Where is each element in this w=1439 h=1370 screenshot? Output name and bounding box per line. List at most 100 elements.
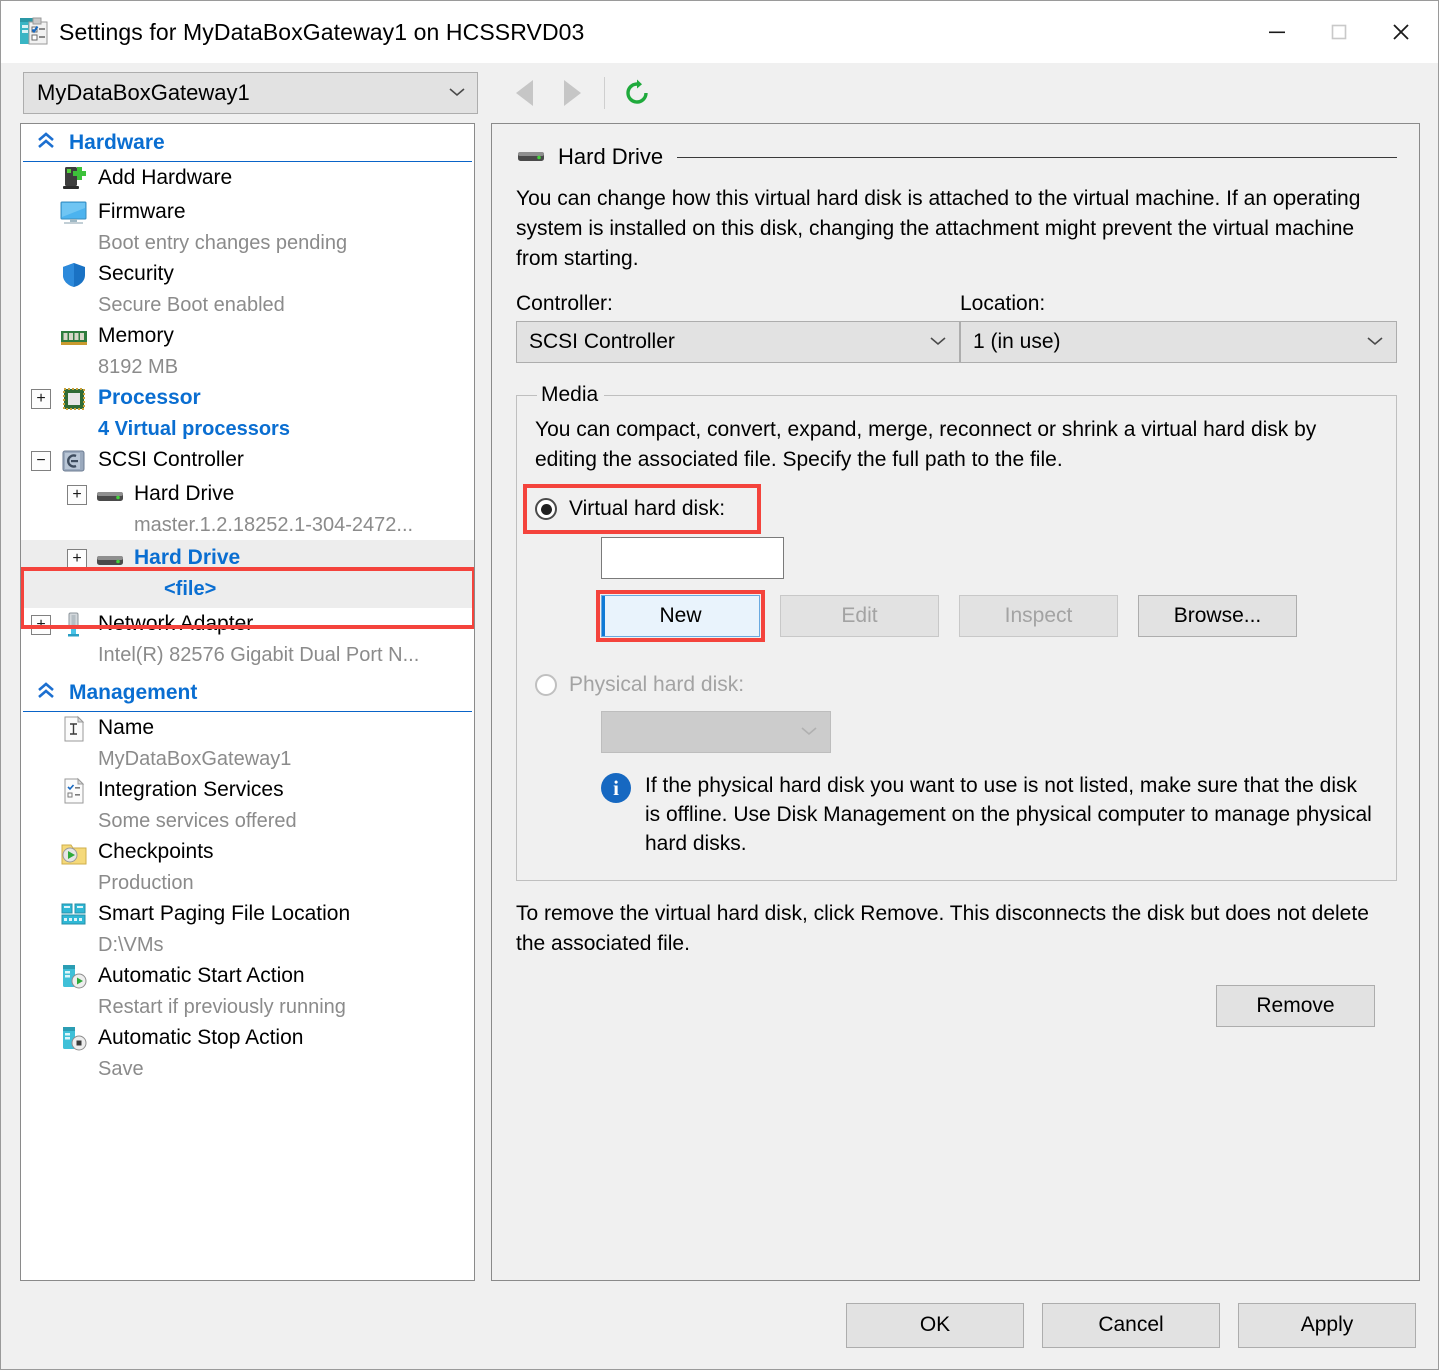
toolbar-separator <box>604 77 605 109</box>
tree-item-hard-drive-1[interactable]: + Hard Drive master.1.2.18252.1-304-2472… <box>21 478 474 540</box>
tree-item-label: Processor <box>98 386 201 409</box>
virtual-hard-disk-path-input[interactable] <box>601 537 784 579</box>
auto-start-icon <box>59 962 89 992</box>
chevron-down-icon <box>1365 332 1385 352</box>
pane-description: You can change how this virtual hard dis… <box>516 187 1361 270</box>
new-button[interactable]: New <box>601 595 760 637</box>
expander-toggle[interactable]: + <box>31 615 51 635</box>
location-label: Location: <box>960 292 1046 315</box>
remove-button[interactable]: Remove <box>1216 985 1375 1027</box>
tree-item-automatic-stop-action[interactable]: Automatic Stop Action Save <box>21 1022 474 1084</box>
expander-toggle[interactable]: + <box>67 549 87 569</box>
chevron-down-icon <box>928 332 948 352</box>
tree-item-hard-drive-2-selected[interactable]: + Hard Drive <file> <box>21 540 474 608</box>
security-shield-icon <box>59 260 89 290</box>
tree-item-label: Firmware <box>98 200 186 223</box>
inspect-button[interactable]: Inspect <box>959 595 1118 637</box>
controller-dropdown[interactable]: SCSI Controller <box>516 321 960 363</box>
tree-item-security[interactable]: Security Secure Boot enabled <box>21 258 474 320</box>
group-header-hardware[interactable]: Hardware <box>23 124 472 162</box>
virtual-hard-disk-radio-row[interactable]: Virtual hard disk: <box>523 484 1378 534</box>
hard-drive-icon <box>516 146 546 168</box>
section-title: Hard Drive <box>558 144 664 169</box>
add-hardware-icon <box>59 164 89 194</box>
tree-item-smart-paging[interactable]: Smart Paging File Location D:\VMs <box>21 898 474 960</box>
location-field: Location: 1 (in use) <box>960 292 1397 363</box>
dialog-footer: OK Cancel Apply <box>1 1281 1438 1369</box>
settings-tree[interactable]: Hardware Add Hardware Firmware Boot entr… <box>20 123 475 1281</box>
tree-item-automatic-start-action[interactable]: Automatic Start Action Restart if previo… <box>21 960 474 1022</box>
tree-item-name[interactable]: Name MyDataBoxGateway1 <box>21 712 474 774</box>
tree-item-sublabel: D:\VMs <box>98 934 164 956</box>
virtual-hard-disk-radio[interactable] <box>535 498 557 520</box>
group-label: Management <box>69 680 198 704</box>
expander-toggle[interactable]: + <box>31 389 51 409</box>
hard-drive-icon <box>95 544 125 574</box>
window-controls <box>1246 9 1432 55</box>
chevron-down-icon <box>447 83 467 103</box>
tree-item-sublabel: Some services offered <box>98 810 297 832</box>
ok-button[interactable]: OK <box>846 1302 1024 1348</box>
integration-services-icon <box>59 776 89 806</box>
edit-button[interactable]: Edit <box>780 595 939 637</box>
tree-item-scsi-controller[interactable]: − SCSI Controller <box>21 444 474 478</box>
tree-item-label: Security <box>98 262 174 285</box>
remove-description: To remove the virtual hard disk, click R… <box>516 902 1369 955</box>
hard-drive-settings-pane: Hard Drive You can change how this virtu… <box>491 123 1420 1281</box>
name-icon <box>59 714 89 744</box>
toolbar: MyDataBoxGateway1 <box>1 63 1438 123</box>
tree-item-processor[interactable]: + Processor 4 Virtual processors <box>21 382 474 444</box>
minimize-button[interactable] <box>1246 9 1308 55</box>
tree-item-network-adapter[interactable]: + Network Adapter Intel(R) 82576 Gigabit… <box>21 608 474 670</box>
tree-item-checkpoints[interactable]: Checkpoints Production <box>21 836 474 898</box>
refresh-button[interactable] <box>613 71 661 115</box>
tree-item-label: Integration Services <box>98 778 284 801</box>
smart-paging-icon <box>59 900 89 930</box>
tree-item-sublabel: Save <box>98 1058 144 1080</box>
vm-selector-dropdown[interactable]: MyDataBoxGateway1 <box>23 72 478 114</box>
group-header-management[interactable]: Management <box>23 674 472 712</box>
hard-drive-icon <box>95 480 125 510</box>
info-icon: i <box>601 773 631 803</box>
physical-disk-dropdown[interactable] <box>601 711 831 753</box>
back-button[interactable] <box>500 71 548 115</box>
tree-item-sublabel: 8192 MB <box>98 356 179 378</box>
tree-item-add-hardware[interactable]: Add Hardware <box>21 162 474 196</box>
memory-icon <box>59 322 89 352</box>
tree-item-memory[interactable]: Memory 8192 MB <box>21 320 474 382</box>
physical-hard-disk-radio[interactable] <box>535 674 557 696</box>
tree-item-sublabel: Restart if previously running <box>98 996 346 1018</box>
tree-item-sublabel: 4 Virtual processors <box>98 418 290 440</box>
info-text: If the physical hard disk you want to us… <box>645 774 1372 855</box>
tree-item-label: Automatic Stop Action <box>98 1026 304 1049</box>
tree-item-label: Automatic Start Action <box>98 964 305 987</box>
tree-item-integration-services[interactable]: Integration Services Some services offer… <box>21 774 474 836</box>
tree-item-label: Name <box>98 716 155 739</box>
physical-hard-disk-radio-row[interactable]: Physical hard disk: <box>535 673 1378 697</box>
browse-button[interactable]: Browse... <box>1138 595 1297 637</box>
tree-item-firmware[interactable]: Firmware Boot entry changes pending <box>21 196 474 258</box>
maximize-button[interactable] <box>1308 9 1370 55</box>
apply-button[interactable]: Apply <box>1238 1302 1416 1348</box>
processor-icon <box>59 384 89 414</box>
location-dropdown[interactable]: 1 (in use) <box>960 321 1397 363</box>
network-adapter-icon <box>59 610 89 640</box>
maximize-icon <box>1331 24 1347 40</box>
media-button-row: New Edit Inspect Browse... <box>596 590 1378 642</box>
hyper-v-settings-icon <box>19 16 49 48</box>
forward-button[interactable] <box>548 71 596 115</box>
tree-item-label: Hard Drive <box>134 546 241 569</box>
settings-window: Settings for MyDataBoxGateway1 on HCSSRV… <box>0 0 1439 1370</box>
close-button[interactable] <box>1370 9 1432 55</box>
controller-label: Controller: <box>516 292 613 315</box>
vm-selector-value: MyDataBoxGateway1 <box>37 80 250 105</box>
firmware-icon <box>59 198 89 228</box>
main-body: Hardware Add Hardware Firmware Boot entr… <box>1 123 1438 1281</box>
chevron-down-icon <box>799 722 819 742</box>
tree-item-sublabel: Boot entry changes pending <box>98 232 348 254</box>
scsi-controller-icon <box>59 446 89 476</box>
expander-toggle[interactable]: − <box>31 451 51 471</box>
expander-toggle[interactable]: + <box>67 485 87 505</box>
physical-hard-disk-label: Physical hard disk: <box>569 673 745 696</box>
cancel-button[interactable]: Cancel <box>1042 1302 1220 1348</box>
